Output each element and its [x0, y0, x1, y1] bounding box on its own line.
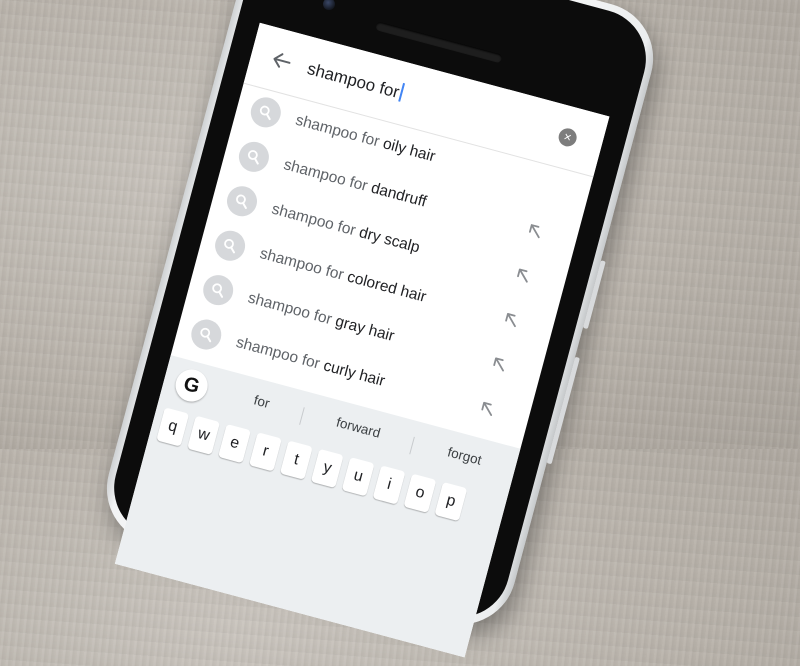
suggestion-completion: colored hair [345, 268, 428, 306]
key-e[interactable]: e [218, 423, 252, 464]
search-icon [199, 271, 237, 309]
earpiece-speaker [374, 21, 503, 64]
key-r[interactable]: r [248, 432, 282, 472]
fill-query-arrow-icon[interactable] [490, 355, 510, 375]
key-w[interactable]: w [187, 415, 221, 455]
phone-device: shampoo for × shampoo for oily hair shamp… [94, 0, 666, 658]
fill-query-arrow-icon[interactable] [525, 221, 545, 241]
key-y[interactable]: y [310, 448, 344, 489]
front-camera [321, 0, 337, 12]
search-icon [223, 182, 261, 220]
key-o[interactable]: o [403, 473, 437, 513]
search-icon [187, 316, 225, 353]
key-p[interactable]: p [434, 481, 468, 522]
key-t[interactable]: t [279, 440, 313, 480]
fill-query-arrow-icon[interactable] [478, 399, 498, 419]
search-query-text: shampoo for [305, 58, 402, 102]
prediction-word[interactable]: forward [318, 410, 399, 445]
google-g-icon[interactable]: G [172, 365, 212, 406]
key-q[interactable]: q [156, 407, 190, 447]
key-i[interactable]: i [372, 465, 406, 505]
suggestion-prefix: shampoo for [293, 111, 386, 152]
suggestion-prefix: shampoo for [257, 245, 350, 285]
phone-screen: shampoo for × shampoo for oily hair shamp… [114, 22, 610, 658]
prediction-divider [409, 436, 415, 455]
prediction-word[interactable]: for [241, 389, 284, 414]
search-icon [247, 94, 285, 131]
suggestion-completion: curly hair [321, 357, 387, 391]
suggestion-completion: dandruff [369, 179, 429, 211]
back-arrow-icon[interactable] [268, 47, 295, 74]
search-input[interactable]: shampoo for [305, 58, 405, 104]
suggestion-completion: gray hair [333, 312, 397, 345]
key-u[interactable]: u [341, 457, 375, 497]
suggestion-prefix: shampoo for [234, 333, 326, 374]
suggestion-prefix: shampoo for [269, 200, 362, 241]
fill-query-arrow-icon[interactable] [514, 266, 534, 286]
prediction-word[interactable]: forgot [424, 438, 505, 473]
search-icon [235, 138, 273, 176]
suggestion-prefix: shampoo for [246, 289, 338, 330]
clear-icon[interactable]: × [556, 126, 579, 149]
prediction-divider [299, 407, 305, 425]
phone-bezel: shampoo for × shampoo for oily hair shamp… [102, 0, 658, 658]
suggestion-completion: dry scalp [357, 224, 422, 257]
suggestion-prefix: shampoo for [281, 156, 374, 196]
search-icon [211, 227, 249, 265]
suggestion-completion: oily hair [381, 135, 438, 166]
fill-query-arrow-icon[interactable] [502, 310, 522, 330]
